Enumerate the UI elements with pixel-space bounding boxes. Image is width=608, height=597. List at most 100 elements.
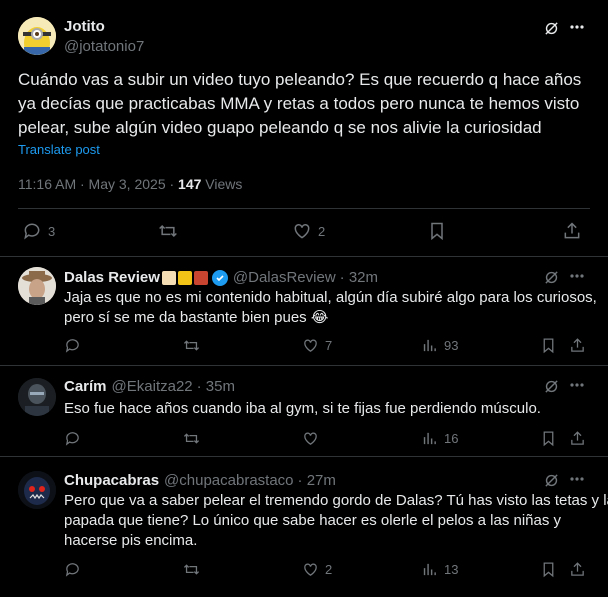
views-button[interactable]: 13 bbox=[421, 561, 458, 578]
like-icon bbox=[304, 339, 317, 352]
avatar[interactable] bbox=[18, 378, 56, 416]
reply-dalas[interactable]: Dalas Review @DalasReview · 32m Jaja es … bbox=[0, 257, 608, 366]
author-handle[interactable]: @jotatonio7 bbox=[64, 38, 144, 55]
more-icon bbox=[570, 25, 584, 29]
retweet-button[interactable] bbox=[158, 221, 178, 241]
medal-emoji bbox=[193, 270, 208, 285]
like-button[interactable]: 2 bbox=[302, 561, 332, 578]
reply-text: Pero que va a saber pelear el tremendo g… bbox=[64, 491, 608, 551]
reply-chupacabras[interactable]: Chupacabras @chupacabrastaco · 27m Pero … bbox=[0, 457, 608, 597]
reply-text-line: Jaja es que no es mi contenido habitual,… bbox=[64, 289, 597, 306]
like-icon bbox=[294, 223, 310, 239]
more-button[interactable] bbox=[570, 24, 584, 30]
views-icon bbox=[423, 432, 436, 445]
bookmark-icon bbox=[543, 562, 554, 578]
author-name[interactable]: Carím bbox=[64, 378, 107, 395]
reply-age[interactable]: · 27m bbox=[298, 472, 336, 489]
more-icon bbox=[570, 383, 584, 387]
more-button[interactable] bbox=[570, 382, 584, 388]
views-button[interactable]: 93 bbox=[421, 337, 458, 354]
retweet-button[interactable] bbox=[183, 561, 200, 578]
divider bbox=[18, 208, 590, 209]
like-icon bbox=[304, 432, 317, 445]
reply-age[interactable]: · 35m bbox=[197, 378, 235, 395]
reply-age[interactable]: · 32m bbox=[340, 269, 378, 286]
bookmark-button[interactable] bbox=[427, 221, 447, 241]
share-button[interactable] bbox=[569, 430, 586, 447]
avatar-image bbox=[18, 471, 56, 509]
more-icon bbox=[570, 274, 584, 278]
reply-button[interactable] bbox=[64, 337, 81, 354]
retweet-icon bbox=[183, 433, 200, 444]
like-count: 2 bbox=[325, 562, 333, 577]
views-count: 13 bbox=[444, 562, 459, 577]
author-name[interactable]: Dalas Review bbox=[64, 269, 160, 286]
author-handle[interactable]: @DalasReview bbox=[233, 269, 336, 286]
reply-text: Jaja es que no es mi contenido habitual,… bbox=[64, 288, 597, 328]
author-handle[interactable]: @chupacabrastaco bbox=[164, 472, 293, 489]
reply-icon bbox=[24, 223, 40, 240]
grok-button[interactable] bbox=[543, 269, 560, 286]
reply-text-line: hacerse pis encima. bbox=[64, 532, 198, 549]
like-button[interactable]: 7 bbox=[302, 337, 332, 354]
views-icon bbox=[423, 339, 436, 352]
grok-icon bbox=[545, 380, 558, 393]
reply-button[interactable] bbox=[64, 561, 81, 578]
verified-icon bbox=[211, 269, 228, 286]
avatar[interactable] bbox=[18, 471, 56, 509]
reply-text-line: pero sí se me da bastante bien pues 😂 bbox=[64, 309, 329, 326]
grok-icon bbox=[545, 271, 558, 284]
grok-button[interactable] bbox=[543, 472, 560, 489]
grok-button[interactable] bbox=[543, 378, 560, 395]
minion-avatar-image bbox=[18, 17, 56, 55]
reply-header: Dalas Review @DalasReview · 32m bbox=[64, 269, 378, 286]
more-button[interactable] bbox=[570, 476, 584, 482]
reply-text-line: papada que tiene? Lo único que sabe hace… bbox=[64, 512, 562, 529]
reply-icon bbox=[65, 339, 79, 353]
reply-carim[interactable]: Carím @Ekaitza22 · 35m Eso fue hace años… bbox=[0, 366, 608, 457]
like-button[interactable]: 2 bbox=[292, 221, 325, 241]
author-name[interactable]: Chupacabras bbox=[64, 472, 159, 489]
like-icon bbox=[304, 563, 317, 576]
like-count: 2 bbox=[318, 223, 326, 239]
avatar[interactable] bbox=[18, 17, 56, 55]
bookmark-button[interactable] bbox=[540, 430, 557, 447]
bookmark-button[interactable] bbox=[540, 561, 557, 578]
author-handle[interactable]: @Ekaitza22 bbox=[112, 378, 193, 395]
share-icon bbox=[571, 338, 584, 352]
views-button[interactable]: 16 bbox=[421, 430, 458, 447]
share-icon bbox=[571, 562, 584, 576]
views-label: Views bbox=[201, 176, 243, 192]
reply-icon bbox=[65, 432, 79, 446]
retweet-button[interactable] bbox=[183, 430, 200, 447]
reply-count: 3 bbox=[48, 223, 56, 239]
retweet-icon bbox=[159, 224, 177, 238]
views-count: 147 bbox=[178, 176, 202, 192]
post-text: Cuándo vas a subir un video tuyo peleand… bbox=[18, 70, 582, 137]
retweet-icon bbox=[183, 340, 200, 351]
translate-link[interactable]: Translate post bbox=[18, 142, 100, 157]
reply-text: Eso fue hace años cuando iba al gym, si … bbox=[64, 399, 574, 419]
bread-emoji bbox=[161, 270, 176, 285]
retweet-button[interactable] bbox=[183, 337, 200, 354]
more-button[interactable] bbox=[570, 273, 584, 279]
avatar[interactable] bbox=[18, 267, 56, 305]
reply-button[interactable]: 3 bbox=[22, 221, 55, 241]
reply-header: Chupacabras @chupacabrastaco · 27m bbox=[64, 472, 336, 489]
avatar-image bbox=[18, 378, 56, 416]
grok-button[interactable] bbox=[543, 20, 560, 37]
bee-emoji bbox=[177, 270, 192, 285]
reply-text-line: Eso fue hace años cuando iba al gym, si … bbox=[64, 400, 541, 417]
bookmark-icon bbox=[543, 431, 554, 447]
bookmark-icon bbox=[543, 338, 554, 354]
share-button[interactable] bbox=[569, 337, 586, 354]
main-post: Jotito @jotatonio7 Cuándo vas a subir un… bbox=[0, 0, 608, 257]
like-button[interactable] bbox=[302, 430, 319, 447]
share-button[interactable] bbox=[562, 221, 582, 241]
share-button[interactable] bbox=[569, 561, 586, 578]
reply-button[interactable] bbox=[64, 430, 81, 447]
share-icon bbox=[564, 222, 580, 239]
bookmark-button[interactable] bbox=[540, 337, 557, 354]
post-timestamp[interactable]: 11:16 AM · May 3, 2025 · bbox=[18, 176, 178, 192]
author-name[interactable]: Jotito bbox=[64, 18, 105, 35]
